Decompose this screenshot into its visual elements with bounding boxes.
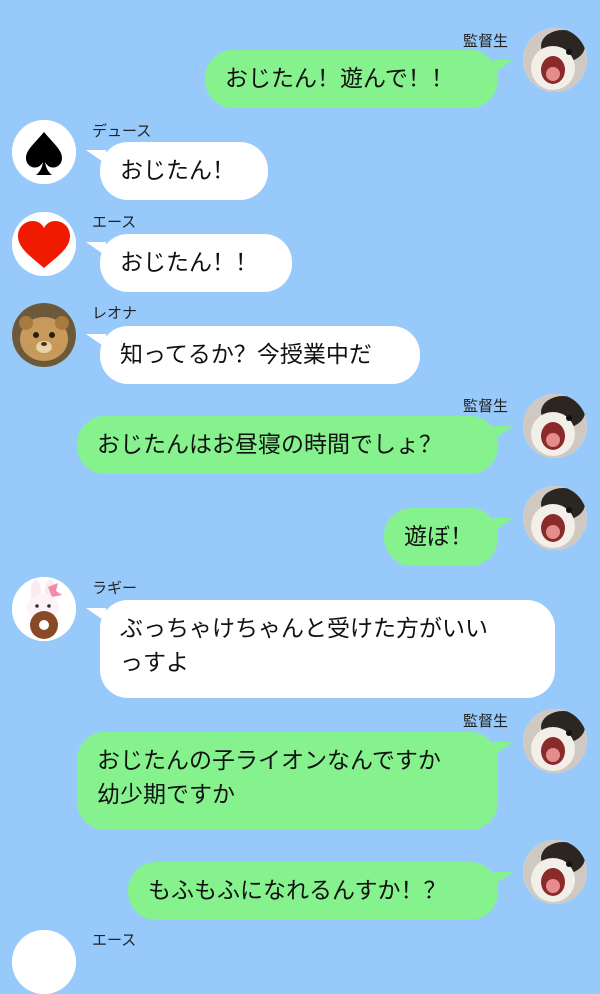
message-bubble[interactable]: おじたん！遊んで！！ — [205, 50, 498, 108]
message-bubble[interactable]: おじたんはお昼寝の時間でしょ？ — [77, 416, 498, 474]
sender-name: エース — [92, 213, 137, 231]
spade-icon[interactable] — [12, 120, 76, 184]
message-bubble[interactable]: 遊ぼ！ — [384, 508, 498, 566]
cat-yawning-avatar[interactable] — [523, 709, 587, 773]
cat-yawning-avatar[interactable] — [523, 28, 587, 92]
cat-yawning-avatar[interactable] — [523, 486, 587, 550]
sender-name: デュース — [92, 122, 152, 140]
sender-name: ラギー — [92, 579, 138, 597]
sender-name: 監督生 — [462, 712, 508, 730]
bubble-tail — [493, 872, 513, 886]
heart-icon[interactable] — [12, 930, 76, 994]
sender-name: エース — [92, 931, 137, 949]
bubble-tail — [493, 742, 513, 756]
message-bubble[interactable]: ぶっちゃけちゃんと受けた方がいい っすよ — [100, 600, 555, 698]
bubble-tail — [493, 426, 513, 440]
sender-name: レオナ — [92, 304, 138, 322]
bunny-donut-avatar[interactable] — [12, 577, 76, 641]
message-bubble[interactable]: もふもふになれるんすか！？ — [128, 862, 498, 920]
lion-cub-avatar[interactable] — [12, 303, 76, 367]
cat-yawning-avatar[interactable] — [523, 394, 587, 458]
bubble-tail — [493, 518, 513, 532]
message-bubble[interactable]: おじたんの子ライオンなんですか 幼少期ですか — [77, 732, 498, 830]
bubble-tail — [493, 60, 513, 74]
cat-yawning-avatar[interactable] — [523, 840, 587, 904]
sender-name: 監督生 — [462, 397, 508, 415]
sender-name: 監督生 — [462, 32, 508, 50]
message-bubble[interactable]: おじたん！ — [100, 142, 268, 200]
message-bubble[interactable]: おじたん！！ — [100, 234, 292, 292]
message-bubble[interactable]: 知ってるか？今授業中だ — [100, 326, 420, 384]
chat-timeline[interactable]: 監督生 おじたん！遊んで！！ デュース おじたん！ エース おじたん！！ レオナ… — [0, 0, 600, 994]
heart-icon[interactable] — [12, 212, 76, 276]
